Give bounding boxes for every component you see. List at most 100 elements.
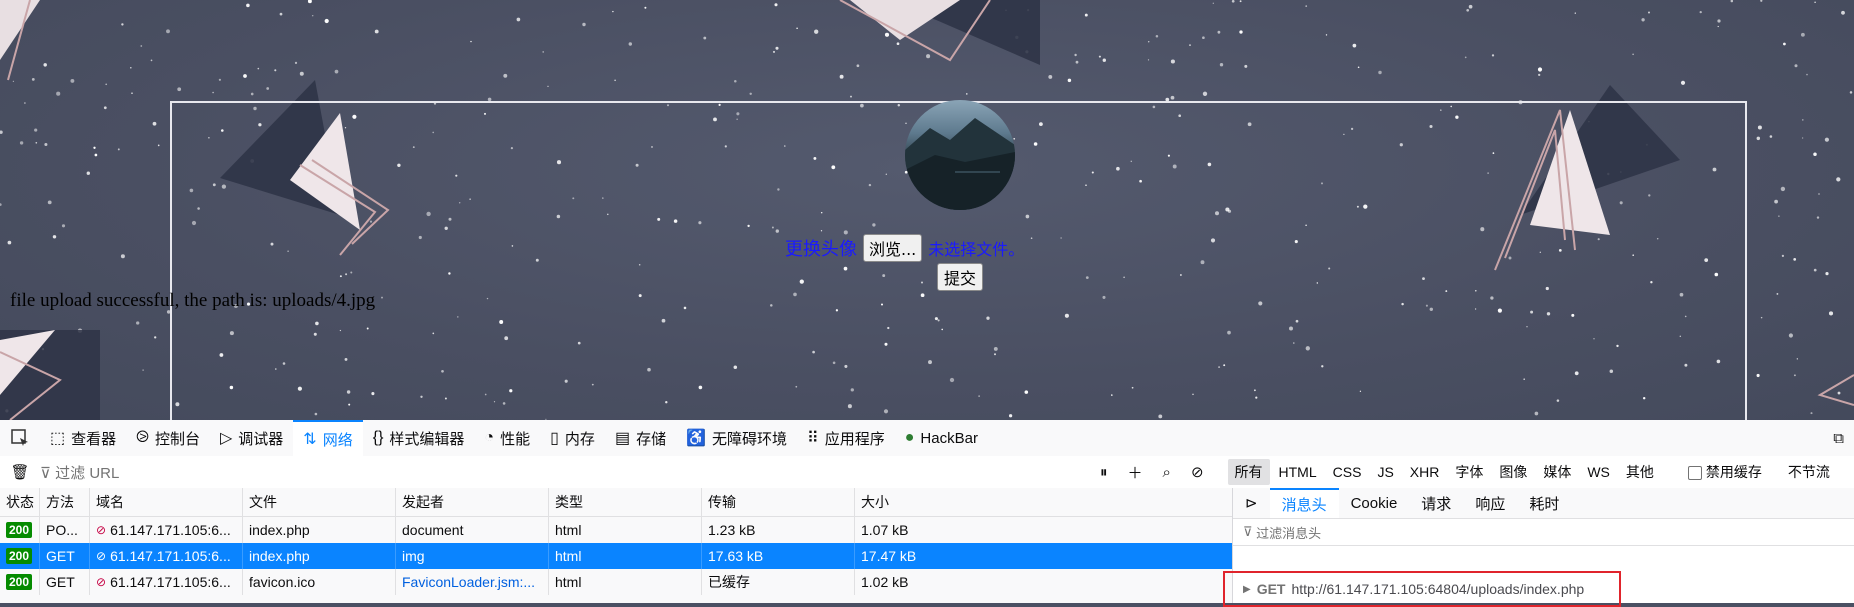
submit-button[interactable]: 提交: [937, 263, 984, 291]
column-header[interactable]: 文件: [243, 488, 396, 516]
application-icon: ⠿: [807, 430, 819, 447]
column-header[interactable]: 状态: [0, 488, 40, 516]
request-details-panel: ⊳ 消息头 Cookie 请求 响应 耗时 ⊽ 过滤消息头 ▶ GET http…: [1223, 488, 1854, 607]
tab-response[interactable]: 响应: [1463, 488, 1517, 518]
tab-storage[interactable]: ▤ 存储: [605, 420, 676, 456]
network-icon: ⇅: [303, 431, 317, 448]
filter-other[interactable]: 其他: [1619, 459, 1661, 485]
filter-images[interactable]: 图像: [1492, 459, 1534, 485]
upload-form: 更换头像 浏览... 未选择文件。: [785, 234, 1024, 262]
column-header[interactable]: 域名: [90, 488, 243, 516]
tab-accessibility[interactable]: ♿ 无障碍环境: [676, 420, 797, 456]
type-filter-group: 所有 HTML CSS JS XHR 字体 图像 媒体 WS 其他 禁用缓存 不…: [1227, 459, 1839, 485]
tab-timings[interactable]: 耗时: [1517, 488, 1571, 518]
column-header[interactable]: 方法: [40, 488, 90, 516]
url-filter-input[interactable]: ⊽ 过滤 URL: [40, 462, 1090, 483]
memory-icon: ▯: [550, 430, 559, 447]
trash-icon[interactable]: 🗑: [0, 463, 40, 481]
tab-debugger[interactable]: ▷ 调试器: [210, 420, 293, 456]
domain-cell: ⊘ 61.147.171.105:6...: [90, 543, 243, 569]
status-cell: 200: [0, 543, 40, 569]
status-badge: 200: [6, 548, 33, 564]
method-cell: GET: [40, 569, 90, 595]
column-header[interactable]: 大小: [855, 488, 1232, 516]
initiator-cell: document: [396, 517, 549, 543]
table-row-selected[interactable]: 200 GET ⊘ 61.147.171.105:6... index.php i…: [0, 543, 1232, 569]
network-filter-bar: 🗑 ⊽ 过滤 URL ⏸ ＋ ⌕ ⊘ 所有 HTML CSS JS XHR 字体…: [0, 456, 1854, 489]
avatar-image: [905, 100, 1015, 210]
tab-memory[interactable]: ▯ 内存: [540, 420, 605, 456]
status-badge: 200: [6, 574, 33, 590]
details-tabs: ⊳ 消息头 Cookie 请求 响应 耗时: [1233, 488, 1854, 519]
element-picker-button[interactable]: [0, 420, 40, 456]
disable-cache-checkbox[interactable]: 禁用缓存: [1681, 459, 1769, 485]
column-header[interactable]: 传输: [702, 488, 855, 516]
filter-fonts[interactable]: 字体: [1448, 459, 1490, 485]
console-icon: ⧁: [136, 429, 149, 446]
block-icon[interactable]: ⊘: [1191, 463, 1204, 481]
filter-all[interactable]: 所有: [1227, 459, 1270, 485]
initiator-cell: img: [396, 543, 549, 569]
filter-icon: ⊽: [1243, 524, 1257, 539]
request-url-summary[interactable]: ▶ GET http://61.147.171.105:64804/upload…: [1223, 571, 1621, 607]
upload-label: 更换头像: [785, 239, 857, 260]
headers-filter-input[interactable]: ⊽ 过滤消息头: [1233, 519, 1854, 546]
filter-ws[interactable]: WS: [1580, 461, 1617, 483]
size-cell: 1.07 kB: [861, 522, 909, 538]
devtools-toolbar: ⬚ 查看器 ⧁ 控制台 ▷ 调试器 ⇅ 网络 {} 样式编辑器 ◔ 性能 ▯ 内存 ▤ 存储 ♿…: [0, 420, 1854, 457]
insecure-lock-icon: ⊘: [96, 523, 107, 537]
dock-toggle-button[interactable]: ⧉: [1823, 420, 1854, 456]
tab-application[interactable]: ⠿ 应用程序: [797, 420, 895, 456]
plus-icon[interactable]: ＋: [1128, 462, 1143, 483]
file-cell: index.php: [243, 517, 396, 543]
type-cell: html: [549, 517, 702, 543]
tab-inspector[interactable]: ⬚ 查看器: [40, 420, 126, 456]
transfer-cell: 1.23 kB: [702, 517, 855, 543]
tab-style-editor[interactable]: {} 样式编辑器: [363, 420, 475, 456]
initiator-link[interactable]: FaviconLoader.jsm:...: [396, 569, 549, 595]
tab-request[interactable]: 请求: [1409, 488, 1463, 518]
column-header[interactable]: 发起者: [396, 488, 549, 516]
panel-toggle-icon: ⊳: [1245, 495, 1258, 512]
element-picker-icon: [11, 429, 28, 446]
tab-performance[interactable]: ◔ 性能: [474, 420, 540, 456]
table-row[interactable]: 200 GET ⊘ 61.147.171.105:6... favicon.ico…: [0, 569, 1232, 595]
mountain-landscape-icon: [905, 118, 1015, 210]
table-header: 状态 方法 域名 文件 发起者 类型 传输 大小: [0, 488, 1232, 517]
filter-media[interactable]: 媒体: [1536, 459, 1578, 485]
performance-icon: ◔: [484, 429, 495, 446]
file-cell: favicon.ico: [243, 569, 396, 595]
tab-network[interactable]: ⇅ 网络: [293, 420, 363, 456]
filter-icon: ⊽: [40, 464, 56, 482]
tab-cookie[interactable]: Cookie: [1339, 488, 1410, 518]
dock-side-icon: ⧉: [1833, 429, 1844, 447]
pause-icon[interactable]: ⏸: [1100, 464, 1108, 481]
details-sidebar-toggle[interactable]: ⊳: [1233, 488, 1270, 518]
hackbar-icon: ●: [904, 429, 915, 446]
transfer-cell: 17.63 kB: [702, 543, 855, 569]
filter-html[interactable]: HTML: [1272, 461, 1324, 483]
status-badge: 200: [6, 522, 33, 538]
upload-status-message: file upload successful, the path is: upl…: [10, 290, 376, 311]
throttle-select[interactable]: 不节流: [1781, 459, 1837, 485]
method-cell: GET: [40, 543, 90, 569]
style-editor-icon: {}: [372, 429, 384, 446]
insecure-lock-icon: ⊘: [96, 549, 107, 563]
filter-js[interactable]: JS: [1370, 461, 1400, 483]
table-row[interactable]: 200 PO... ⊘ 61.147.171.105:6... index.php…: [0, 517, 1232, 543]
checkbox-box: [1687, 466, 1702, 481]
browse-button[interactable]: 浏览...: [863, 234, 923, 262]
column-header[interactable]: 类型: [549, 488, 702, 516]
tab-console[interactable]: ⧁ 控制台: [126, 420, 210, 456]
filter-xhr[interactable]: XHR: [1403, 461, 1447, 483]
devtools-panel: ⬚ 查看器 ⧁ 控制台 ▷ 调试器 ⇅ 网络 {} 样式编辑器 ◔ 性能 ▯ 内存 ▤ 存储 ♿…: [0, 420, 1854, 607]
tab-hackbar[interactable]: ● HackBar: [895, 420, 988, 456]
tab-headers[interactable]: 消息头: [1269, 488, 1339, 518]
expand-triangle-icon: ▶: [1243, 583, 1251, 595]
file-cell: index.php: [243, 543, 396, 569]
debugger-icon: ▷: [219, 430, 233, 447]
type-cell: html: [549, 569, 702, 595]
search-icon[interactable]: ⌕: [1163, 464, 1171, 481]
filter-css[interactable]: CSS: [1326, 461, 1369, 483]
request-method: GET: [1256, 581, 1286, 597]
